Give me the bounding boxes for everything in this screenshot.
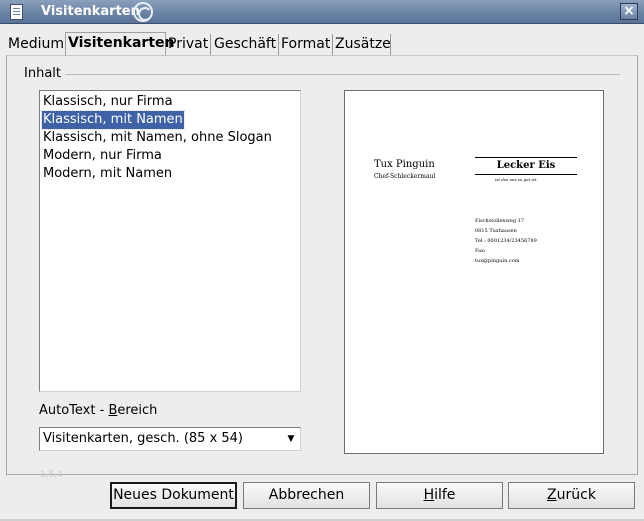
chevron-down-icon[interactable]: ▼ — [285, 433, 297, 445]
preview-slogan: Chef-Schleckermaul — [374, 173, 436, 180]
swirl-icon — [133, 2, 153, 22]
preview-tagline: ist das aus so gut ist — [495, 177, 537, 182]
ghost-text: 1,5,4 — [40, 470, 63, 480]
list-item[interactable]: Klassisch, nur Firma — [42, 93, 174, 111]
group-label-inhalt: Inhalt — [24, 66, 65, 81]
tab-format[interactable]: Format — [279, 34, 333, 56]
tab-zusaetze[interactable]: Zusätze — [333, 34, 391, 56]
card-preview: Tux Pinguin Chef-Schleckermaul Lecker Ei… — [344, 90, 604, 454]
new-document-button[interactable]: Neues Dokument — [110, 482, 237, 509]
preview-address-line: Fischstollenweg 17 — [475, 218, 525, 224]
preview-address-line: Fax: — [475, 248, 486, 254]
autotext-dropdown[interactable]: Visitenkarten, gesch. (85 x 54) ▼ — [39, 427, 301, 451]
window-title: Visitenkarten — [41, 4, 140, 19]
group-divider — [62, 74, 620, 75]
tab-geschaeft[interactable]: Geschäft — [212, 34, 279, 56]
list-item-selected[interactable]: Klassisch, mit Namen — [41, 110, 185, 130]
list-item[interactable]: Klassisch, mit Namen, ohne Slogan — [42, 129, 273, 147]
preview-address-line: tux@pinguin.com — [475, 258, 520, 264]
autotext-label: AutoText - Bereich — [39, 403, 158, 418]
list-item[interactable]: Modern, mit Namen — [42, 165, 173, 183]
preview-address-line: Tel.: 0001234/23456789 — [475, 238, 537, 244]
back-button[interactable]: Zurück — [508, 482, 635, 509]
tab-medium[interactable]: Medium — [6, 34, 64, 56]
autotext-selected-value: Visitenkarten, gesch. (85 x 54) — [43, 431, 244, 446]
tab-privat[interactable]: Privat — [166, 34, 211, 56]
tab-visitenkarten[interactable]: Visitenkarten — [65, 32, 175, 56]
title-bar: Visitenkarten × — [0, 0, 644, 24]
help-button[interactable]: Hilfe — [376, 482, 503, 509]
cancel-button[interactable]: Abbrechen — [243, 482, 370, 509]
layout-list[interactable]: Klassisch, nur Firma Klassisch, mit Name… — [39, 90, 301, 392]
preview-company: Lecker Eis — [475, 157, 577, 175]
close-button[interactable]: × — [620, 3, 638, 20]
list-item[interactable]: Modern, nur Firma — [42, 147, 163, 165]
preview-name: Tux Pinguin — [374, 159, 435, 170]
preview-address-line: 0815 Tuxhausen — [475, 228, 517, 234]
document-icon — [10, 4, 23, 20]
